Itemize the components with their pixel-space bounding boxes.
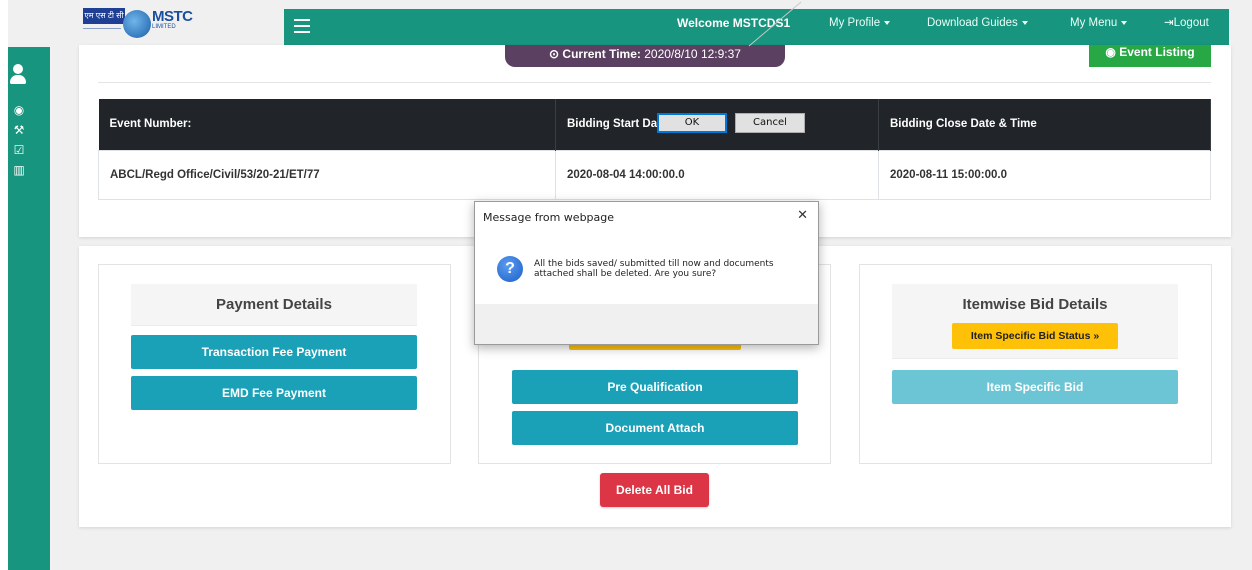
checkbox-icon[interactable]: ☑	[8, 143, 30, 157]
delete-all-bid-button[interactable]: Delete All Bid	[600, 473, 709, 507]
question-icon: ?	[497, 256, 523, 282]
cursor-trail-decoration	[748, 1, 802, 47]
caret-down-icon	[1021, 20, 1028, 25]
column-header: Bidding Close Date & Time	[878, 99, 1211, 150]
event-table: Event Number: Bidding Start Date & Time …	[98, 99, 1211, 200]
my-menu-label: My Menu	[1070, 17, 1118, 29]
my-profile-label: My Profile	[829, 17, 881, 29]
cancel-button[interactable]: Cancel	[735, 113, 805, 133]
payment-details-title: Payment Details	[131, 284, 417, 326]
event-listing-button[interactable]: ◉ Event Listing	[1089, 45, 1211, 67]
logo-rule	[83, 28, 121, 36]
logout-label: Logout	[1173, 17, 1209, 29]
my-menu-dropdown[interactable]: My Menu	[1070, 9, 1128, 47]
left-sidebar: ◉ ⚒ ☑ ▥	[8, 47, 50, 570]
item-specific-bid-button[interactable]: Item Specific Bid	[892, 370, 1178, 404]
document-attach-button[interactable]: Document Attach	[512, 411, 798, 445]
item-specific-bid-status-button[interactable]: Item Specific Bid Status »	[952, 323, 1118, 349]
logout-icon: ⇥	[1164, 17, 1174, 29]
gavel-icon[interactable]: ⚒	[8, 123, 30, 137]
clock-icon: ⊙	[549, 47, 563, 61]
column-header: Event Number:	[98, 99, 556, 150]
event-listing-label: Event Listing	[1119, 45, 1195, 59]
left-edge	[0, 0, 8, 570]
user-icon-body	[10, 75, 26, 84]
start-date-cell: 2020-08-04 14:00:00.0	[555, 149, 879, 200]
table-header-row: Event Number: Bidding Start Date & Time …	[98, 99, 1211, 150]
emd-fee-payment-button[interactable]: EMD Fee Payment	[131, 376, 417, 410]
download-guides-menu[interactable]: Download Guides	[927, 9, 1028, 47]
dialog-message: All the bids saved/ submitted till now a…	[534, 259, 774, 279]
confirm-dialog: Message from webpage ✕ ? All the bids sa…	[474, 201, 819, 345]
my-profile-menu[interactable]: My Profile	[829, 9, 891, 47]
divider	[98, 82, 1211, 83]
dialog-footer	[475, 304, 818, 344]
caret-down-icon	[1121, 20, 1128, 25]
current-time-display: ⊙ Current Time: 2020/8/10 12:9:37	[505, 45, 785, 67]
logout-link[interactable]: ⇥Logout	[1164, 9, 1209, 47]
mstc-logo[interactable]: एम एस टी सी MSTC LIMITED	[80, 6, 220, 48]
transaction-fee-payment-button[interactable]: Transaction Fee Payment	[131, 335, 417, 369]
current-time-value: 2020/8/10 12:9:37	[644, 47, 741, 61]
close-date-cell: 2020-08-11 15:00:00.0	[878, 149, 1211, 200]
bar-chart-icon[interactable]: ▥	[8, 163, 30, 177]
close-icon[interactable]: ✕	[797, 207, 808, 223]
user-icon[interactable]	[13, 64, 23, 74]
logo-subtext: LIMITED	[152, 24, 176, 30]
table-row: ABCL/Regd Office/Civil/53/20-21/ET/77 20…	[98, 149, 1211, 200]
globe-icon	[123, 10, 151, 38]
hamburger-menu-icon[interactable]	[294, 19, 310, 33]
ok-button[interactable]: OK	[657, 113, 727, 133]
caret-down-icon	[884, 20, 891, 25]
dashboard-icon[interactable]: ◉	[8, 103, 30, 117]
pre-qualification-button[interactable]: Pre Qualification	[512, 370, 798, 404]
dialog-title: Message from webpage	[483, 211, 615, 224]
download-guides-label: Download Guides	[927, 17, 1018, 29]
logo-text: MSTC	[152, 8, 193, 25]
logo-hindi-text: एम एस टी सी	[83, 8, 125, 24]
event-number-cell: ABCL/Regd Office/Civil/53/20-21/ET/77	[98, 149, 556, 200]
circle-arrow-icon: ◉	[1105, 45, 1120, 59]
current-time-label: Current Time:	[562, 47, 641, 61]
